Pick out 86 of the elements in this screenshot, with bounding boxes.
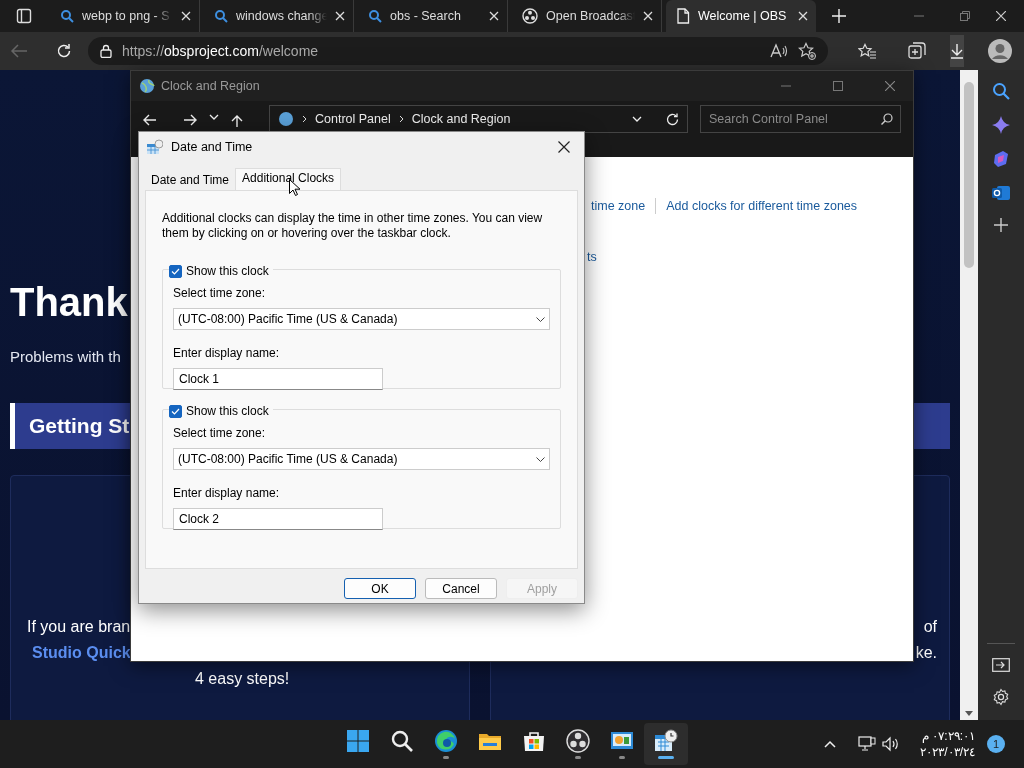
restore-icon[interactable] [960, 11, 970, 21]
volume-icon[interactable] [882, 736, 901, 752]
settings-icon[interactable] [992, 688, 1010, 706]
maximize-icon[interactable] [833, 81, 843, 91]
search-icon [60, 9, 74, 23]
chevron-right-icon [302, 115, 307, 123]
field-label: Enter display name: [173, 345, 281, 362]
network-icon[interactable] [858, 736, 877, 752]
tab[interactable]: Date and Time [145, 171, 236, 190]
chevron-up-icon[interactable] [824, 740, 837, 748]
checkbox[interactable]: Show this clock [169, 402, 273, 420]
time-zone-dropdown[interactable]: (UTC-08:00) Pacific Time (US & Canada) [173, 448, 550, 470]
window-title: Date and Time [171, 138, 253, 156]
close-icon[interactable] [558, 141, 570, 153]
card-text: of [923, 616, 937, 637]
scrollbar-thumb[interactable] [964, 82, 974, 268]
field-label: Select time zone: [173, 285, 267, 302]
link[interactable]: Studio Quick [11, 639, 131, 666]
taskbar-clock[interactable]: ٠٧:٢٩:٠١ م ٢٠٢٣/٠٣/٢٤ [920, 728, 975, 760]
up-icon[interactable] [231, 114, 243, 128]
search-icon [368, 9, 382, 23]
download-icon [950, 43, 964, 59]
refresh-icon[interactable] [56, 43, 72, 59]
refresh-icon[interactable] [666, 112, 679, 126]
card-text: If you are bran [26, 616, 131, 637]
calendar-clock-icon [147, 139, 163, 155]
time-zone-dropdown[interactable]: (UTC-08:00) Pacific Time (US & Canada) [173, 308, 550, 330]
card-text: ke. [915, 642, 937, 663]
lock-icon [100, 44, 112, 58]
notification-badge[interactable]: 1 [987, 735, 1005, 753]
downloads-button[interactable] [950, 35, 964, 67]
address-bar[interactable]: https://obsproject.com/welcome [88, 37, 828, 65]
search-field[interactable]: Search Control Panel [700, 105, 901, 133]
new-tab-icon[interactable] [832, 9, 846, 23]
search-icon [881, 113, 893, 125]
search-icon[interactable] [992, 82, 1010, 100]
chevron-right-icon [398, 115, 404, 123]
outlook-icon[interactable] [992, 184, 1010, 202]
breadcrumb-item[interactable]: Control Panel [315, 109, 391, 129]
scroll-down-icon[interactable] [965, 711, 973, 716]
description-text: Additional clocks can display the time in other time zones. You can view them by clicking on or hovering over the taskbar clock. [162, 211, 544, 241]
link[interactable]: Add clocks for different time zones [666, 197, 858, 216]
forward-icon[interactable] [183, 114, 197, 126]
check-icon [171, 267, 180, 275]
page-heading: Thank [10, 282, 128, 322]
link[interactable]: time zone [591, 197, 646, 216]
dialog-button[interactable]: Cancel [425, 578, 497, 599]
link[interactable]: ts [587, 247, 597, 267]
profile-avatar-icon[interactable] [988, 39, 1012, 63]
check-icon [171, 407, 180, 415]
page-subtitle: Problems with th [10, 347, 121, 367]
add-icon[interactable] [994, 218, 1008, 232]
edge-logo-icon [434, 729, 458, 753]
start-icon [346, 729, 370, 753]
taskbar-app-button[interactable] [644, 723, 688, 765]
calendar-clock-icon [654, 729, 678, 753]
favorite-add-icon[interactable] [798, 42, 816, 60]
sparkle-icon[interactable] [992, 116, 1010, 134]
field-label: Enter display name: [173, 485, 281, 502]
obs-logo-icon [522, 8, 538, 24]
chevron-down-icon[interactable] [209, 114, 219, 120]
breadcrumb-item[interactable]: Clock and Region [411, 109, 511, 129]
chevron-down-icon [536, 316, 545, 322]
page-icon [676, 8, 690, 24]
browser-tab[interactable]: Welcome | OBS [666, 0, 816, 32]
url-text: https://obsproject.com/welcome [122, 41, 319, 61]
dialog-button[interactable]: OK [344, 578, 416, 599]
search-icon [390, 729, 414, 753]
field-label: Select time zone: [173, 425, 267, 442]
sidebar-toggle-icon[interactable] [992, 658, 1010, 672]
read-aloud-icon[interactable] [770, 43, 788, 59]
card-text: 4 easy steps! [194, 668, 290, 689]
collections-icon[interactable] [908, 42, 926, 60]
display-name-field[interactable]: Clock 1 [173, 368, 383, 390]
tab[interactable]: Additional Clocks [235, 168, 342, 190]
tab-actions-icon[interactable] [16, 8, 32, 24]
display-name-field[interactable]: Clock 2 [173, 508, 383, 530]
chevron-down-icon[interactable] [632, 116, 642, 122]
chevron-down-icon [536, 456, 545, 462]
scrollbar[interactable] [960, 70, 978, 720]
favorites-icon[interactable] [858, 43, 876, 59]
checkbox[interactable]: Show this clock [169, 262, 273, 280]
window-title: Clock and Region [161, 77, 260, 95]
store-icon [522, 729, 546, 753]
search-icon [214, 9, 228, 23]
obs-logo-icon [566, 729, 590, 753]
